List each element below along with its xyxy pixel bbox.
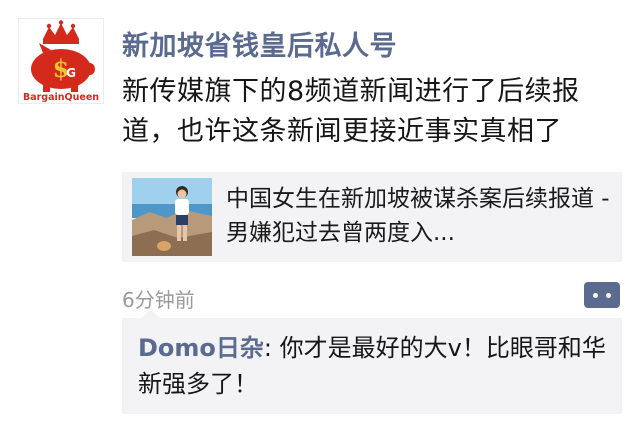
post-author[interactable]: 新加坡省钱皇后私人号: [122, 24, 397, 63]
link-title: 中国女生在新加坡被谋杀案后续报道 - 男嫌犯过去曾两度入...: [226, 186, 610, 246]
more-dots-icon: [593, 293, 598, 298]
comment-button[interactable]: [584, 282, 620, 308]
post-text: 新传媒旗下的8频道新闻进行了后续报道，也许这条新闻更接近事实真相了: [122, 76, 580, 147]
crown-icon: [43, 20, 79, 44]
svg-text:G: G: [66, 66, 76, 80]
shared-link-card[interactable]: 中国女生在新加坡被谋杀案后续报道 - 男嫌犯过去曾两度入...: [122, 172, 622, 262]
link-thumbnail: [132, 178, 212, 256]
comment-section: Domo日杂: 你才是最好的大v！比眼哥和华新强多了！: [122, 309, 622, 414]
pig-icon: $ G: [31, 43, 95, 92]
more-dots-icon: [606, 293, 611, 298]
logo-wordmark: BargainQueen: [23, 92, 99, 103]
pig-with-crown-logo: $ G BargainQueen: [23, 20, 99, 103]
comment-pointer: [142, 309, 160, 318]
avatar[interactable]: $ G BargainQueen: [18, 18, 104, 104]
comment-separator: :: [263, 334, 280, 362]
comment-author[interactable]: Domo日杂: [138, 334, 264, 362]
comment[interactable]: Domo日杂: 你才是最好的大v！比眼哥和华新强多了！: [138, 330, 608, 402]
